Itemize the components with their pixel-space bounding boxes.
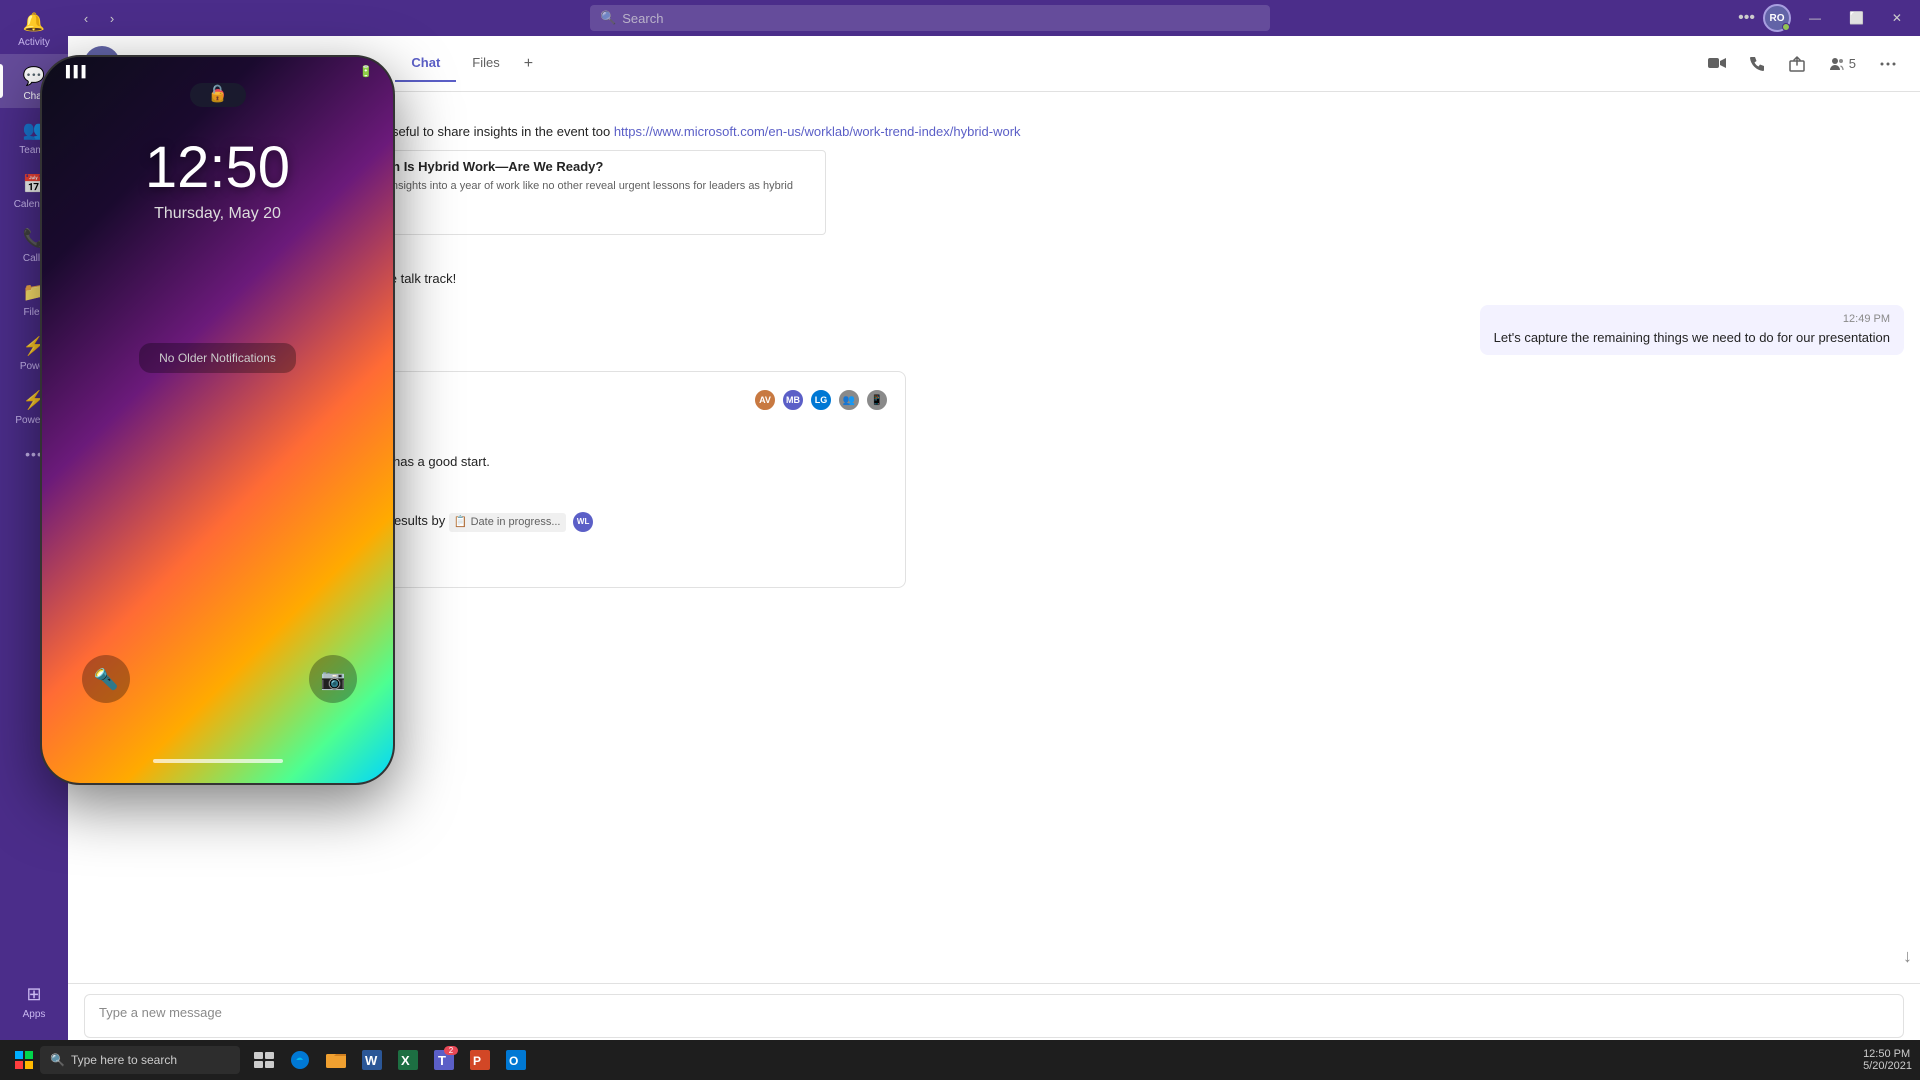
search-icon: 🔍	[600, 10, 616, 26]
share-button[interactable]	[1781, 48, 1813, 80]
svg-text:X: X	[401, 1053, 410, 1068]
taskbar-outlook[interactable]: O	[500, 1044, 532, 1076]
taskbar-search-placeholder: Type here to search	[71, 1053, 177, 1067]
title-bar-right: ••• RO — ⬜ ✕	[1738, 4, 1912, 32]
add-tab-button[interactable]: +	[516, 47, 541, 81]
participants-button[interactable]: 5	[1821, 52, 1864, 76]
sidebar-label-apps: Apps	[23, 1009, 46, 1020]
phone-home-bar	[153, 759, 283, 763]
phone-bottom-icons: 🔦 📷	[82, 655, 357, 703]
taskbar-task-view[interactable]	[248, 1044, 280, 1076]
svg-text:W: W	[365, 1053, 378, 1068]
chat-tabs: Chat Files +	[395, 47, 541, 81]
participant-avatar-device: 📱	[865, 388, 889, 412]
message-link[interactable]: https://www.microsoft.com/en-us/worklab/…	[614, 124, 1021, 139]
close-button[interactable]: ✕	[1882, 11, 1912, 25]
phone-battery: 🔋	[359, 65, 373, 78]
tab-files[interactable]: Files	[456, 47, 515, 82]
phone-date: Thursday, May 20	[154, 205, 281, 223]
svg-text:T: T	[438, 1053, 446, 1068]
taskbar-teams-badge: 2	[444, 1046, 458, 1055]
task-date-badge: 📋 Date in progress...	[449, 513, 566, 532]
scroll-to-bottom[interactable]: ↓	[1903, 946, 1912, 967]
nav-forward-button[interactable]: ›	[102, 8, 122, 28]
audio-call-button[interactable]	[1741, 48, 1773, 80]
message-input-placeholder: Type a new message	[99, 1005, 222, 1020]
participants-count: 5	[1849, 56, 1856, 71]
maximize-button[interactable]: ⬜	[1839, 11, 1874, 25]
phone-notification: No Older Notifications	[139, 343, 296, 373]
participant-avatar-group: 👥	[837, 388, 861, 412]
taskbar-powerpoint[interactable]: P	[464, 1044, 496, 1076]
avatar-online-badge	[1782, 23, 1790, 31]
participant-avatar-3: LG	[809, 388, 833, 412]
self-message-time: 12:49 PM	[1494, 313, 1890, 325]
title-bar: ‹ › 🔍 Search ••• RO — ⬜ ✕	[68, 0, 1920, 36]
search-bar[interactable]: 🔍 Search	[590, 5, 1270, 31]
taskbar-edge[interactable]	[284, 1044, 316, 1076]
phone-status-bar: ▐▐▐ 🔋	[42, 57, 393, 78]
taskbar-word[interactable]: W	[356, 1044, 388, 1076]
taskbar-search[interactable]: 🔍 Type here to search	[40, 1046, 240, 1074]
video-call-button[interactable]	[1701, 48, 1733, 80]
taskbar-teams[interactable]: T 2	[428, 1044, 460, 1076]
tab-chat[interactable]: Chat	[395, 47, 456, 82]
svg-text:O: O	[509, 1054, 518, 1068]
user-avatar[interactable]: RO	[1763, 4, 1791, 32]
title-bar-nav: ‹ ›	[76, 8, 122, 28]
phone-time: 12:50	[145, 134, 290, 201]
taskbar-file-explorer[interactable]	[320, 1044, 352, 1076]
participant-avatar-1: AV	[753, 388, 777, 412]
sidebar-item-activity[interactable]: 🔔 Activity	[0, 0, 68, 54]
phone-lock-icon: 🔓	[208, 84, 228, 104]
phone-flashlight-icon: 🔦	[82, 655, 130, 703]
phone-signal: ▐▐▐	[62, 66, 85, 78]
taskbar-time: 12:50 PM5/20/2021	[1863, 1048, 1912, 1072]
chat-header-right: 5	[1701, 48, 1904, 80]
self-message-bubble: 12:49 PM Let's capture the remaining thi…	[1480, 305, 1904, 356]
sidebar-item-apps[interactable]: ⊞ Apps	[0, 972, 68, 1026]
minimize-button[interactable]: —	[1799, 11, 1831, 25]
apps-icon: ⊞	[22, 982, 46, 1006]
more-options-button[interactable]: •••	[1738, 9, 1755, 27]
more-header-button[interactable]	[1872, 48, 1904, 80]
phone-screen: ▐▐▐ 🔋 🔓 12:50 Thursday, May 20 No Older …	[42, 57, 393, 783]
taskbar-search-icon: 🔍	[50, 1053, 65, 1067]
taskbar-excel[interactable]: X	[392, 1044, 424, 1076]
taskbar-right: 12:50 PM5/20/2021	[1863, 1048, 1912, 1072]
search-placeholder: Search	[622, 11, 663, 26]
next-steps-avatars: AV MB LG 👥 📱	[753, 388, 889, 412]
taskbar-apps: W X T 2 P O	[248, 1044, 532, 1076]
activity-icon: 🔔	[22, 10, 46, 34]
start-button[interactable]	[8, 1044, 40, 1076]
phone-camera-icon: 📷	[309, 655, 357, 703]
self-message-text: Let's capture the remaining things we ne…	[1494, 328, 1890, 348]
sidebar-label-activity: Activity	[18, 37, 50, 48]
taskbar: 🔍 Type here to search	[0, 1040, 1920, 1080]
phone-mockup: ▐▐▐ 🔋 🔓 12:50 Thursday, May 20 No Older …	[40, 55, 395, 785]
weston-avatar-inline: WL	[573, 512, 593, 532]
message-input-box[interactable]: Type a new message	[84, 994, 1904, 1038]
nav-back-button[interactable]: ‹	[76, 8, 96, 28]
participant-avatar-2: MB	[781, 388, 805, 412]
svg-text:P: P	[473, 1054, 481, 1068]
